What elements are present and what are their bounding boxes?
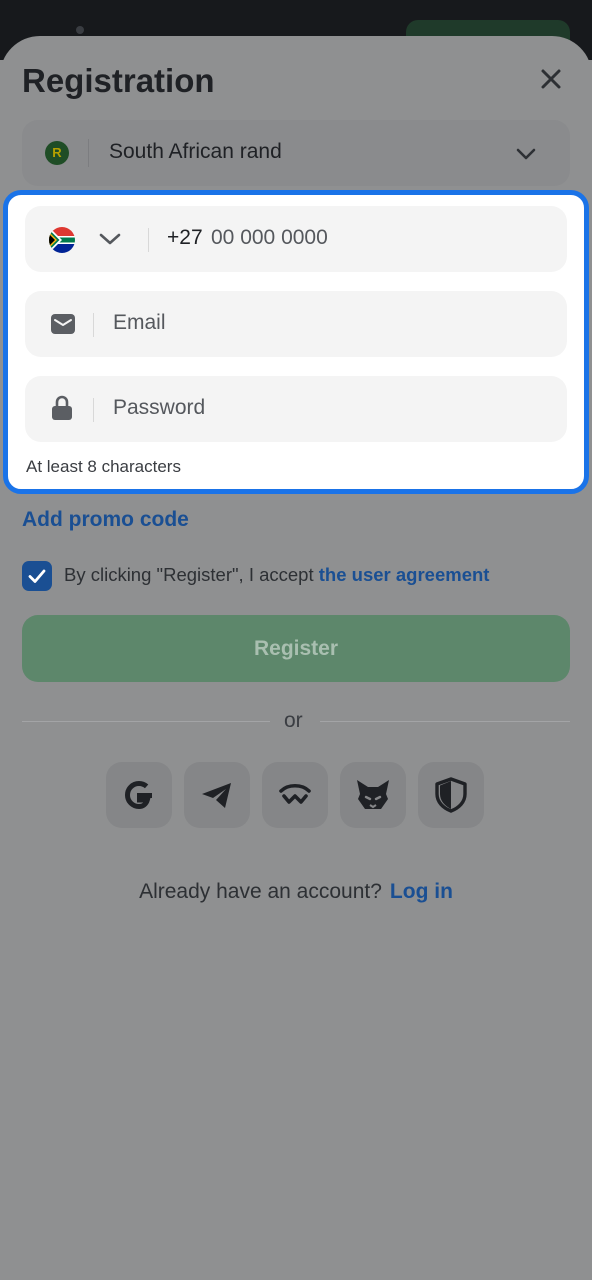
google-icon [124,780,152,810]
divider [93,313,94,337]
or-divider-label: or [284,709,303,732]
google-login-button[interactable] [106,762,172,828]
divider-line-right [320,721,570,722]
divider [148,228,149,252]
south-africa-flag-icon [49,227,75,253]
camera-dot [76,26,84,34]
chevron-down-icon [516,148,536,160]
divider [93,398,94,422]
currency-label: South African rand [109,140,282,163]
registration-form: +27 00 000 0000 Email Password At least … [3,190,589,494]
telegram-icon [202,783,231,808]
checkmark-icon [28,569,46,583]
password-input[interactable]: Password [113,396,205,420]
password-field[interactable]: Password [25,376,567,442]
login-prompt-text: Already have an account? [139,880,382,903]
divider-line-left [22,721,270,722]
shield-icon [435,777,467,813]
walletconnect-icon [279,783,311,804]
email-field[interactable]: Email [25,291,567,357]
user-agreement-link[interactable]: the user agreement [319,564,490,585]
close-icon[interactable] [536,64,566,94]
metamask-login-button[interactable] [340,762,406,828]
agreement-label: By clicking "Register", I accept [64,564,319,585]
agreement-text: By clicking "Register", I accept the use… [64,564,489,586]
shield-login-button[interactable] [418,762,484,828]
email-input[interactable]: Email [113,311,166,335]
lock-icon [52,395,72,420]
divider [88,139,89,167]
phone-country-code: +27 [167,226,203,249]
currency-badge: R [45,141,69,165]
agreement-checkbox[interactable] [22,561,52,591]
metamask-icon [357,780,389,809]
page-title: Registration [22,62,215,99]
country-chevron-down-icon[interactable] [98,227,122,251]
telegram-login-button[interactable] [184,762,250,828]
phone-input[interactable]: 00 000 0000 [211,226,328,250]
mail-icon [51,314,75,334]
login-prompt: Already have an account? Log in [0,880,592,904]
phone-field[interactable]: +27 00 000 0000 [25,206,567,272]
password-hint: At least 8 characters [26,457,181,476]
currency-select[interactable]: R South African rand [22,120,570,186]
log-in-link[interactable]: Log in [390,880,453,903]
register-button[interactable]: Register [22,615,570,682]
add-promo-code-link[interactable]: Add promo code [22,508,189,532]
walletconnect-login-button[interactable] [262,762,328,828]
